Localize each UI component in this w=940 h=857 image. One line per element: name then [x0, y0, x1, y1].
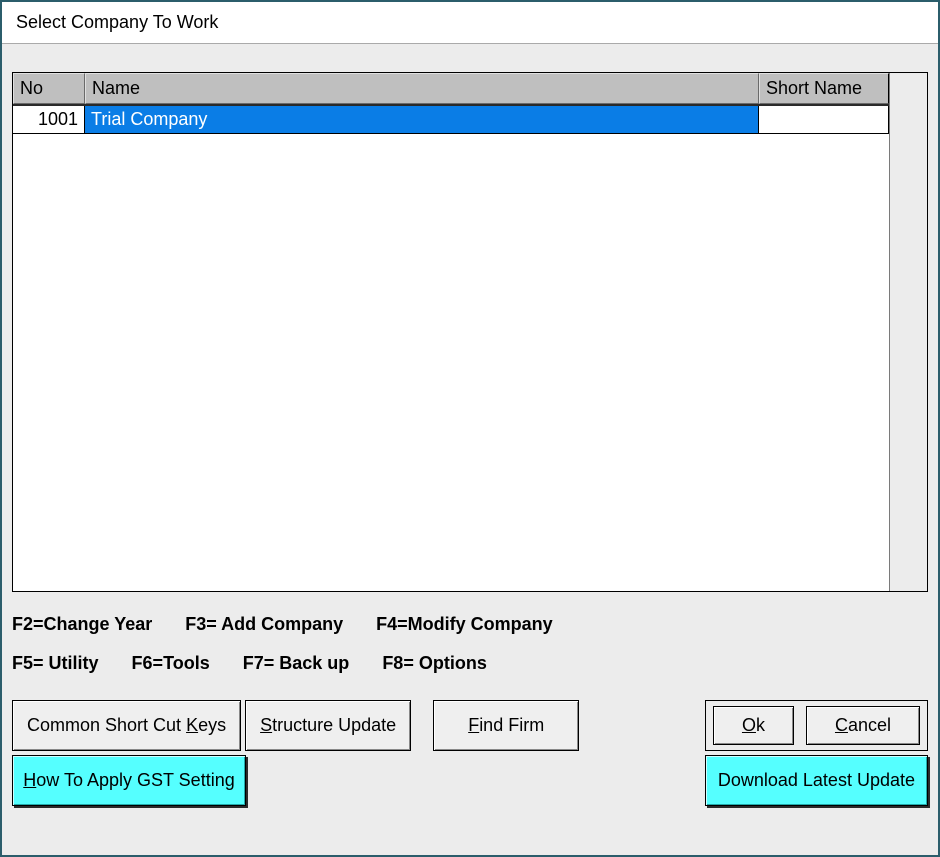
how-to-apply-gst-button[interactable]: How To Apply GST Setting — [12, 755, 246, 806]
window-title: Select Company To Work — [2, 2, 938, 44]
hint-f6: F6=Tools — [132, 653, 210, 674]
col-header-shortname[interactable]: Short Name — [759, 73, 889, 104]
ok-button[interactable]: Ok — [713, 706, 794, 745]
btn-label: Structure Update — [260, 715, 396, 736]
hint-f8: F8= Options — [382, 653, 487, 674]
btn-label: How To Apply GST Setting — [23, 769, 234, 792]
btn-label: Common Short Cut Keys — [27, 715, 226, 736]
function-key-hints-row1: F2=Change Year F3= Add Company F4=Modify… — [12, 614, 928, 635]
cell-shortname — [759, 106, 889, 133]
structure-update-button[interactable]: Structure Update — [245, 700, 411, 751]
hint-f4: F4=Modify Company — [376, 614, 553, 635]
company-table: No Name Short Name 1001 Trial Company — [12, 72, 928, 592]
hint-f2: F2=Change Year — [12, 614, 152, 635]
table-header-row: No Name Short Name — [13, 73, 889, 106]
hint-f5: F5= Utility — [12, 653, 99, 674]
cell-no: 1001 — [13, 106, 85, 133]
table-row[interactable]: 1001 Trial Company — [13, 106, 889, 134]
cell-name: Trial Company — [85, 106, 759, 133]
function-key-hints-row2: F5= Utility F6=Tools F7= Back up F8= Opt… — [12, 653, 928, 674]
vertical-scroll-gutter[interactable] — [889, 73, 927, 591]
btn-label: Find Firm — [468, 715, 544, 736]
btn-label: Download Latest Update — [718, 770, 915, 791]
common-shortcut-keys-button[interactable]: Common Short Cut Keys — [12, 700, 241, 751]
ok-cancel-group: Ok Cancel — [705, 700, 928, 751]
hint-f3: F3= Add Company — [185, 614, 343, 635]
cancel-button[interactable]: Cancel — [806, 706, 920, 745]
download-latest-update-button[interactable]: Download Latest Update — [705, 755, 928, 806]
col-header-name[interactable]: Name — [85, 73, 759, 104]
hint-f7: F7= Back up — [243, 653, 350, 674]
col-header-no[interactable]: No — [13, 73, 85, 104]
find-firm-button[interactable]: Find Firm — [433, 700, 579, 751]
dialog-content: No Name Short Name 1001 Trial Company F2… — [2, 44, 938, 855]
btn-label: Cancel — [835, 715, 891, 736]
btn-label: Ok — [742, 715, 765, 736]
